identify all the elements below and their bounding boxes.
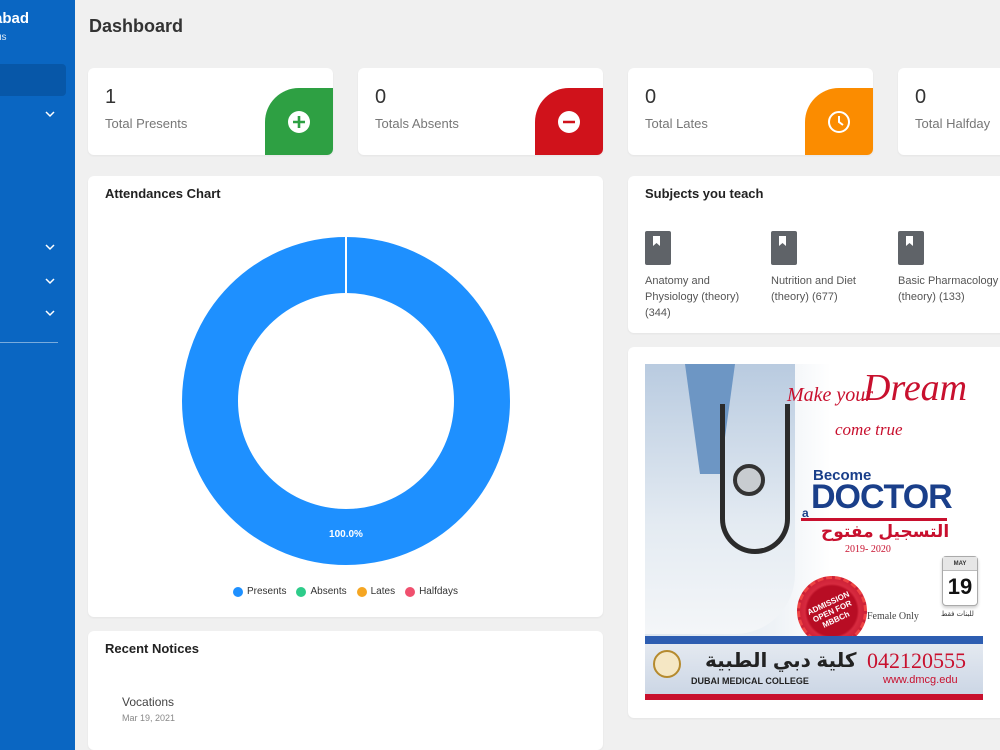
slice-data-label: 100.0%	[329, 529, 363, 540]
college-name-arabic: كلية دبي الطبية	[705, 650, 857, 672]
notices-title: Recent Notices	[105, 641, 199, 656]
college-phone: 042120555	[867, 648, 966, 673]
sidebar-item-active[interactable]	[0, 64, 66, 96]
banner-text: DOCTOR	[811, 478, 953, 516]
legend-swatch	[405, 586, 416, 597]
stat-card-lates: 0 Total Lates	[628, 68, 873, 155]
legend-swatch	[296, 586, 307, 597]
subject-item[interactable]: Anatomy and Physiology (theory) (344)	[645, 231, 755, 321]
notice-date: Mar 19, 2021	[122, 713, 176, 723]
stat-badge	[265, 88, 333, 155]
footer-stripe	[645, 694, 983, 700]
sidebar: abad us	[0, 0, 75, 750]
subject-label: Basic Pharmacology (theory) (133)	[898, 275, 999, 303]
stat-card-presents: 1 Total Presents	[88, 68, 333, 155]
chevron-down-icon[interactable]	[44, 307, 56, 319]
banner-text: التسجيل مفتوح	[821, 522, 950, 541]
stat-card-absents: 0 Totals Absents	[358, 68, 603, 155]
brand-title: abad	[0, 10, 30, 27]
attendance-donut-chart: 100.0%	[182, 237, 510, 565]
legend-label: Lates	[370, 586, 396, 597]
stat-value: 0	[915, 86, 927, 108]
notices-card: Recent Notices Vocations Mar 19, 2021	[88, 631, 603, 750]
subjects-card: Subjects you teach Anatomy and Physiolog…	[628, 176, 1000, 333]
calendar-day: 19	[947, 574, 973, 599]
stat-label: Totals Absents	[375, 116, 459, 131]
minus-circle-icon	[558, 111, 580, 133]
legend-label: Presents	[247, 586, 287, 597]
brand-subtitle: us	[0, 32, 7, 43]
stat-label: Total Lates	[645, 116, 708, 131]
stethoscope-head-graphic	[733, 464, 765, 496]
banner-card: Make your Dream come true Become a DOCTO…	[628, 347, 1000, 718]
subject-label: Nutrition and Diet (theory) (677)	[771, 275, 856, 303]
plus-circle-icon	[288, 111, 310, 133]
banner-text: للبنات فقط	[941, 611, 974, 618]
legend-label: Halfdays	[419, 586, 458, 597]
book-icon	[771, 231, 797, 265]
subject-label: Anatomy and Physiology (theory) (344)	[645, 275, 740, 319]
seal-text: ADMISSION OPEN FOR MBBCh	[805, 589, 853, 630]
subject-item[interactable]: Basic Pharmacology (theory) (133)	[898, 231, 1000, 305]
legend-item-presents[interactable]: Presents	[233, 586, 286, 597]
chevron-down-icon[interactable]	[44, 108, 56, 120]
college-logo	[653, 650, 681, 678]
subject-item[interactable]: Nutrition and Diet (theory) (677)	[771, 231, 881, 305]
banner-text: Female Only	[867, 611, 919, 622]
chevron-down-icon[interactable]	[44, 275, 56, 287]
college-website: www.dmcg.edu	[883, 674, 958, 686]
notice-title[interactable]: Vocations	[122, 695, 174, 709]
banner-text: 2019- 2020	[845, 544, 891, 555]
banner-footer: كلية دبي الطبية DUBAI MEDICAL COLLEGE 04…	[645, 636, 983, 700]
clock-icon	[828, 111, 850, 133]
stat-badge	[805, 88, 873, 155]
footer-bar	[645, 636, 983, 644]
sidebar-divider	[0, 342, 58, 343]
book-icon	[645, 231, 671, 265]
stat-value: 0	[645, 86, 657, 108]
donut-slice-presents[interactable]	[182, 237, 510, 565]
legend-item-absents[interactable]: Absents	[296, 586, 347, 597]
stat-badge	[535, 88, 603, 155]
subjects-title: Subjects you teach	[645, 186, 764, 201]
stat-value: 1	[105, 86, 117, 108]
stat-label: Total Presents	[105, 116, 188, 131]
chart-legend: Presents Absents Lates Halfdays	[88, 586, 603, 597]
legend-label: Absents	[310, 586, 347, 597]
chevron-down-icon[interactable]	[44, 241, 56, 253]
stat-label: Total Halfday	[915, 116, 991, 131]
page-title: Dashboard	[89, 16, 184, 36]
legend-swatch	[356, 586, 367, 597]
legend-swatch	[233, 586, 243, 597]
stat-card-halfday: 0 Total Halfday	[898, 68, 1000, 155]
college-name: DUBAI MEDICAL COLLEGE	[691, 676, 809, 686]
legend-item-lates[interactable]: Lates	[356, 586, 396, 597]
banner-text: come true	[835, 420, 903, 439]
admission-banner[interactable]: Make your Dream come true Become a DOCTO…	[645, 364, 983, 700]
calendar-icon: MAY 19	[942, 556, 978, 606]
attendance-chart-card: Attendances Chart 100.0% Presents Absents…	[88, 176, 603, 617]
legend-item-halfdays[interactable]: Halfdays	[405, 586, 458, 597]
stat-value: 0	[375, 86, 387, 108]
calendar-month: MAY	[943, 557, 977, 571]
banner-text: Make your	[787, 384, 874, 406]
book-icon	[898, 231, 924, 265]
banner-text: Dream	[863, 367, 968, 409]
banner-underline	[801, 518, 947, 521]
